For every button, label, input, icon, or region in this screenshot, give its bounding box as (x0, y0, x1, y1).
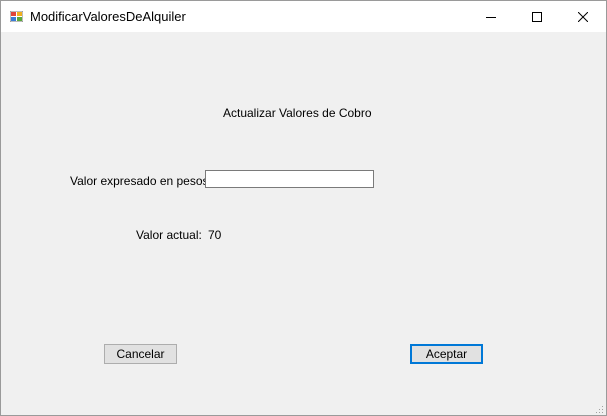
app-icon (9, 10, 24, 23)
cancel-button[interactable]: Cancelar (104, 344, 177, 364)
minimize-icon (486, 16, 496, 18)
valor-pesos-input[interactable] (205, 170, 374, 188)
resize-grip-icon[interactable] (594, 403, 604, 413)
accept-button[interactable]: Aceptar (410, 344, 483, 364)
close-icon (578, 11, 588, 22)
maximize-button[interactable] (514, 1, 560, 32)
title-bar[interactable]: ModificarValoresDeAlquiler (1, 1, 606, 32)
valor-actual-label: Valor actual: (136, 228, 202, 242)
app-window: ModificarValoresDeAlquiler Actualizar Va… (0, 0, 607, 416)
valor-actual-value: 70 (208, 228, 222, 242)
minimize-button[interactable] (468, 1, 514, 32)
window-title: ModificarValoresDeAlquiler (30, 9, 186, 24)
form-heading: Actualizar Valores de Cobro (223, 106, 372, 120)
valor-pesos-label: Valor expresado en pesos: (70, 174, 212, 188)
maximize-icon (532, 11, 542, 22)
close-button[interactable] (560, 1, 606, 32)
